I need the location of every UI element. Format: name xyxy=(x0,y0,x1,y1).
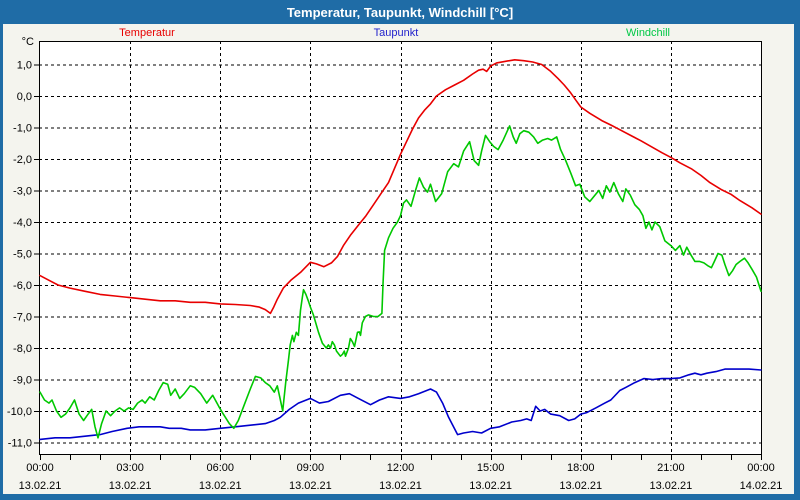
svg-text:15:00: 15:00 xyxy=(477,462,505,474)
y-axis-labels: 1,0 0,0 -1,0 -2,0 -3,0 -4,0 -5,0 -6,0 -7,0 -8,0 -9… xyxy=(7,60,32,450)
svg-text:-7,0: -7,0 xyxy=(13,312,32,324)
line-chart: 1,0 0,0 -1,0 -2,0 -3,0 -4,0 -5,0 -6,0 -7,0 -8,0 -9… xyxy=(7,36,783,492)
svg-text:00:00: 00:00 xyxy=(747,462,775,474)
svg-text:13.02.21: 13.02.21 xyxy=(379,480,422,492)
svg-text:09:00: 09:00 xyxy=(297,462,325,474)
x-axis-labels: 00:00 13.02.21 03:00 13.02.21 06:00 13.02.21 0… xyxy=(19,462,783,492)
svg-text:-8,0: -8,0 xyxy=(13,343,32,355)
svg-text:-3,0: -3,0 xyxy=(13,186,32,198)
svg-text:13.02.21: 13.02.21 xyxy=(649,480,692,492)
svg-text:-4,0: -4,0 xyxy=(13,217,32,229)
svg-text:21:00: 21:00 xyxy=(657,462,685,474)
svg-text:12:00: 12:00 xyxy=(387,462,415,474)
svg-text:-9,0: -9,0 xyxy=(13,375,32,387)
svg-text:13.02.21: 13.02.21 xyxy=(289,480,332,492)
svg-text:-1,0: -1,0 xyxy=(13,123,32,135)
svg-text:1,0: 1,0 xyxy=(17,60,32,72)
svg-text:13.02.21: 13.02.21 xyxy=(199,480,242,492)
chart-window: Temperatur, Taupunkt, Windchill [°C] Tem… xyxy=(0,0,800,500)
svg-text:13.02.21: 13.02.21 xyxy=(469,480,512,492)
svg-text:-11,0: -11,0 xyxy=(8,438,32,450)
svg-text:14.02.21: 14.02.21 xyxy=(740,480,783,492)
svg-text:06:00: 06:00 xyxy=(206,462,234,474)
svg-text:03:00: 03:00 xyxy=(116,462,144,474)
svg-text:-6,0: -6,0 xyxy=(13,280,32,292)
svg-text:00:00: 00:00 xyxy=(26,462,54,474)
y-axis-unit-label: °C xyxy=(22,36,34,48)
svg-text:-2,0: -2,0 xyxy=(13,154,32,166)
svg-text:-10,0: -10,0 xyxy=(7,406,32,418)
svg-text:0,0: 0,0 xyxy=(17,91,32,103)
svg-text:13.02.21: 13.02.21 xyxy=(109,480,152,492)
svg-text:13.02.21: 13.02.21 xyxy=(559,480,602,492)
svg-text:13.02.21: 13.02.21 xyxy=(19,480,62,492)
svg-text:18:00: 18:00 xyxy=(567,462,595,474)
chart-canvas-area: Temperatur, Taupunkt, Windchill [°C] Tem… xyxy=(3,0,794,494)
svg-text:-5,0: -5,0 xyxy=(13,249,32,261)
plot-area xyxy=(39,41,762,455)
